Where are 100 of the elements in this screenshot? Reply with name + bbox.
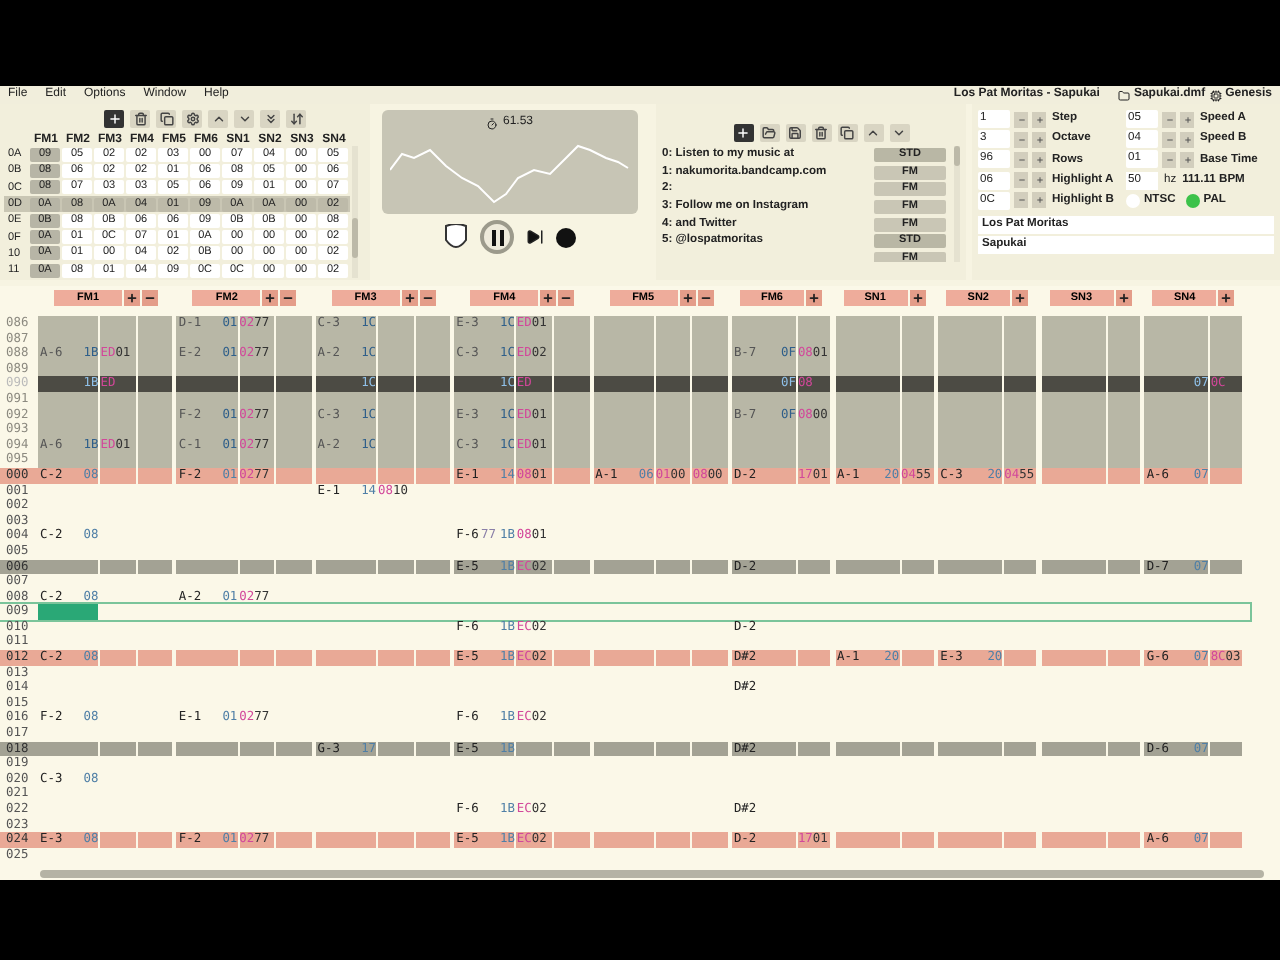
decrement-button[interactable] bbox=[1162, 151, 1176, 168]
pattern-cell[interactable] bbox=[137, 452, 173, 468]
pattern-cell[interactable] bbox=[100, 452, 136, 468]
pattern-cell[interactable] bbox=[901, 559, 934, 575]
pattern-cell[interactable] bbox=[1004, 316, 1037, 332]
pattern-cell[interactable] bbox=[276, 559, 312, 575]
pattern-cell[interactable] bbox=[901, 741, 934, 757]
pattern-cell[interactable] bbox=[553, 650, 590, 666]
pattern-cell[interactable] bbox=[553, 376, 590, 392]
pattern-cell[interactable] bbox=[692, 376, 728, 392]
pattern-cell[interactable] bbox=[1107, 376, 1140, 392]
add-button[interactable] bbox=[540, 289, 557, 305]
pattern-cell[interactable] bbox=[901, 650, 934, 666]
pattern-cell[interactable] bbox=[1107, 316, 1140, 332]
pattern-cell[interactable] bbox=[100, 559, 136, 575]
pattern-cell[interactable] bbox=[415, 650, 451, 666]
add-button[interactable] bbox=[679, 289, 696, 305]
pattern-cell[interactable] bbox=[655, 376, 691, 392]
pattern-cell[interactable] bbox=[901, 376, 934, 392]
add-button[interactable] bbox=[1218, 289, 1235, 305]
increment-button[interactable] bbox=[1032, 151, 1046, 168]
pattern-cell[interactable] bbox=[100, 741, 136, 757]
pattern-cell[interactable] bbox=[1041, 650, 1106, 666]
sort-icon[interactable] bbox=[286, 110, 306, 128]
pattern-cell[interactable] bbox=[276, 316, 312, 332]
scrollbar[interactable] bbox=[40, 870, 1264, 878]
pattern-cell[interactable] bbox=[938, 452, 1003, 468]
remove-button[interactable] bbox=[558, 289, 575, 305]
trash-icon[interactable] bbox=[811, 124, 831, 142]
pattern-cell[interactable] bbox=[692, 316, 728, 332]
add-button[interactable] bbox=[909, 289, 926, 305]
pattern-cell[interactable] bbox=[1107, 559, 1140, 575]
pattern-cell[interactable] bbox=[797, 559, 830, 575]
pattern-cell[interactable] bbox=[315, 452, 377, 468]
pattern-cell[interactable] bbox=[378, 650, 414, 666]
pattern-cell[interactable] bbox=[655, 832, 691, 848]
pattern-cell[interactable] bbox=[276, 376, 312, 392]
pattern-cell[interactable] bbox=[655, 559, 691, 575]
pattern-cell[interactable] bbox=[835, 741, 900, 757]
pattern-cell[interactable] bbox=[516, 452, 552, 468]
pattern-cell[interactable] bbox=[176, 452, 238, 468]
record-icon[interactable] bbox=[556, 227, 576, 247]
pattern-cell[interactable] bbox=[378, 452, 414, 468]
pattern-cell[interactable] bbox=[176, 376, 238, 392]
pattern-cell[interactable] bbox=[593, 559, 654, 575]
pattern-cell[interactable] bbox=[1004, 832, 1037, 848]
pattern-cell[interactable] bbox=[1004, 650, 1037, 666]
pattern-cell[interactable] bbox=[1041, 452, 1106, 468]
pattern-cell[interactable] bbox=[38, 559, 99, 575]
increment-button[interactable] bbox=[1032, 131, 1046, 148]
increment-button[interactable] bbox=[1032, 192, 1046, 209]
chevron-down-icon[interactable] bbox=[889, 124, 909, 142]
pattern-cell[interactable] bbox=[797, 741, 830, 757]
pattern-cell[interactable] bbox=[1210, 832, 1243, 848]
pattern-cell[interactable] bbox=[731, 452, 796, 468]
pattern-cell[interactable] bbox=[315, 559, 377, 575]
pattern-cell[interactable] bbox=[593, 650, 654, 666]
pattern-cell[interactable] bbox=[276, 452, 312, 468]
decrement-button[interactable] bbox=[1162, 131, 1176, 148]
pattern-cell[interactable] bbox=[655, 316, 691, 332]
pattern-cell[interactable] bbox=[38, 316, 99, 332]
pattern-cell[interactable] bbox=[1144, 452, 1209, 468]
decrement-button[interactable] bbox=[1014, 172, 1028, 189]
pattern-cell[interactable] bbox=[38, 452, 99, 468]
remove-button[interactable] bbox=[697, 289, 714, 305]
pattern-cell[interactable] bbox=[1210, 316, 1243, 332]
pattern-cell[interactable] bbox=[692, 650, 728, 666]
pattern-cell[interactable] bbox=[137, 316, 173, 332]
pattern-cell[interactable] bbox=[553, 316, 590, 332]
pattern-cell[interactable] bbox=[938, 376, 1003, 392]
add-icon[interactable] bbox=[733, 124, 753, 142]
pattern-cell[interactable] bbox=[415, 316, 451, 332]
pattern-cell[interactable] bbox=[415, 376, 451, 392]
pattern-cell[interactable] bbox=[239, 741, 275, 757]
copy-icon[interactable] bbox=[837, 124, 857, 142]
pattern-cell[interactable] bbox=[378, 316, 414, 332]
pattern-cell[interactable] bbox=[454, 452, 515, 468]
pattern-cell[interactable] bbox=[692, 559, 728, 575]
double-chevron-icon[interactable] bbox=[260, 110, 280, 128]
pattern-cell[interactable] bbox=[553, 832, 590, 848]
pattern-cell[interactable] bbox=[901, 832, 934, 848]
pattern-cell[interactable] bbox=[938, 832, 1003, 848]
pattern-cell[interactable] bbox=[1107, 832, 1140, 848]
pattern-cell[interactable] bbox=[315, 650, 377, 666]
pattern-cell[interactable] bbox=[901, 316, 934, 332]
pattern-cell[interactable] bbox=[835, 452, 900, 468]
pattern-cell[interactable] bbox=[692, 452, 728, 468]
pattern-cell[interactable] bbox=[655, 650, 691, 666]
pattern-cell[interactable] bbox=[239, 452, 275, 468]
pattern-cell[interactable] bbox=[276, 741, 312, 757]
pattern-cell[interactable] bbox=[415, 832, 451, 848]
pattern-cell[interactable] bbox=[553, 559, 590, 575]
cursor-cell[interactable] bbox=[38, 604, 99, 620]
pause-button[interactable] bbox=[480, 220, 514, 254]
pattern-cell[interactable] bbox=[692, 832, 728, 848]
pattern-cell[interactable] bbox=[516, 741, 552, 757]
pattern-cell[interactable] bbox=[415, 559, 451, 575]
pattern-cell[interactable] bbox=[1041, 832, 1106, 848]
remove-button[interactable] bbox=[419, 289, 436, 305]
pattern-cell[interactable] bbox=[1004, 741, 1037, 757]
